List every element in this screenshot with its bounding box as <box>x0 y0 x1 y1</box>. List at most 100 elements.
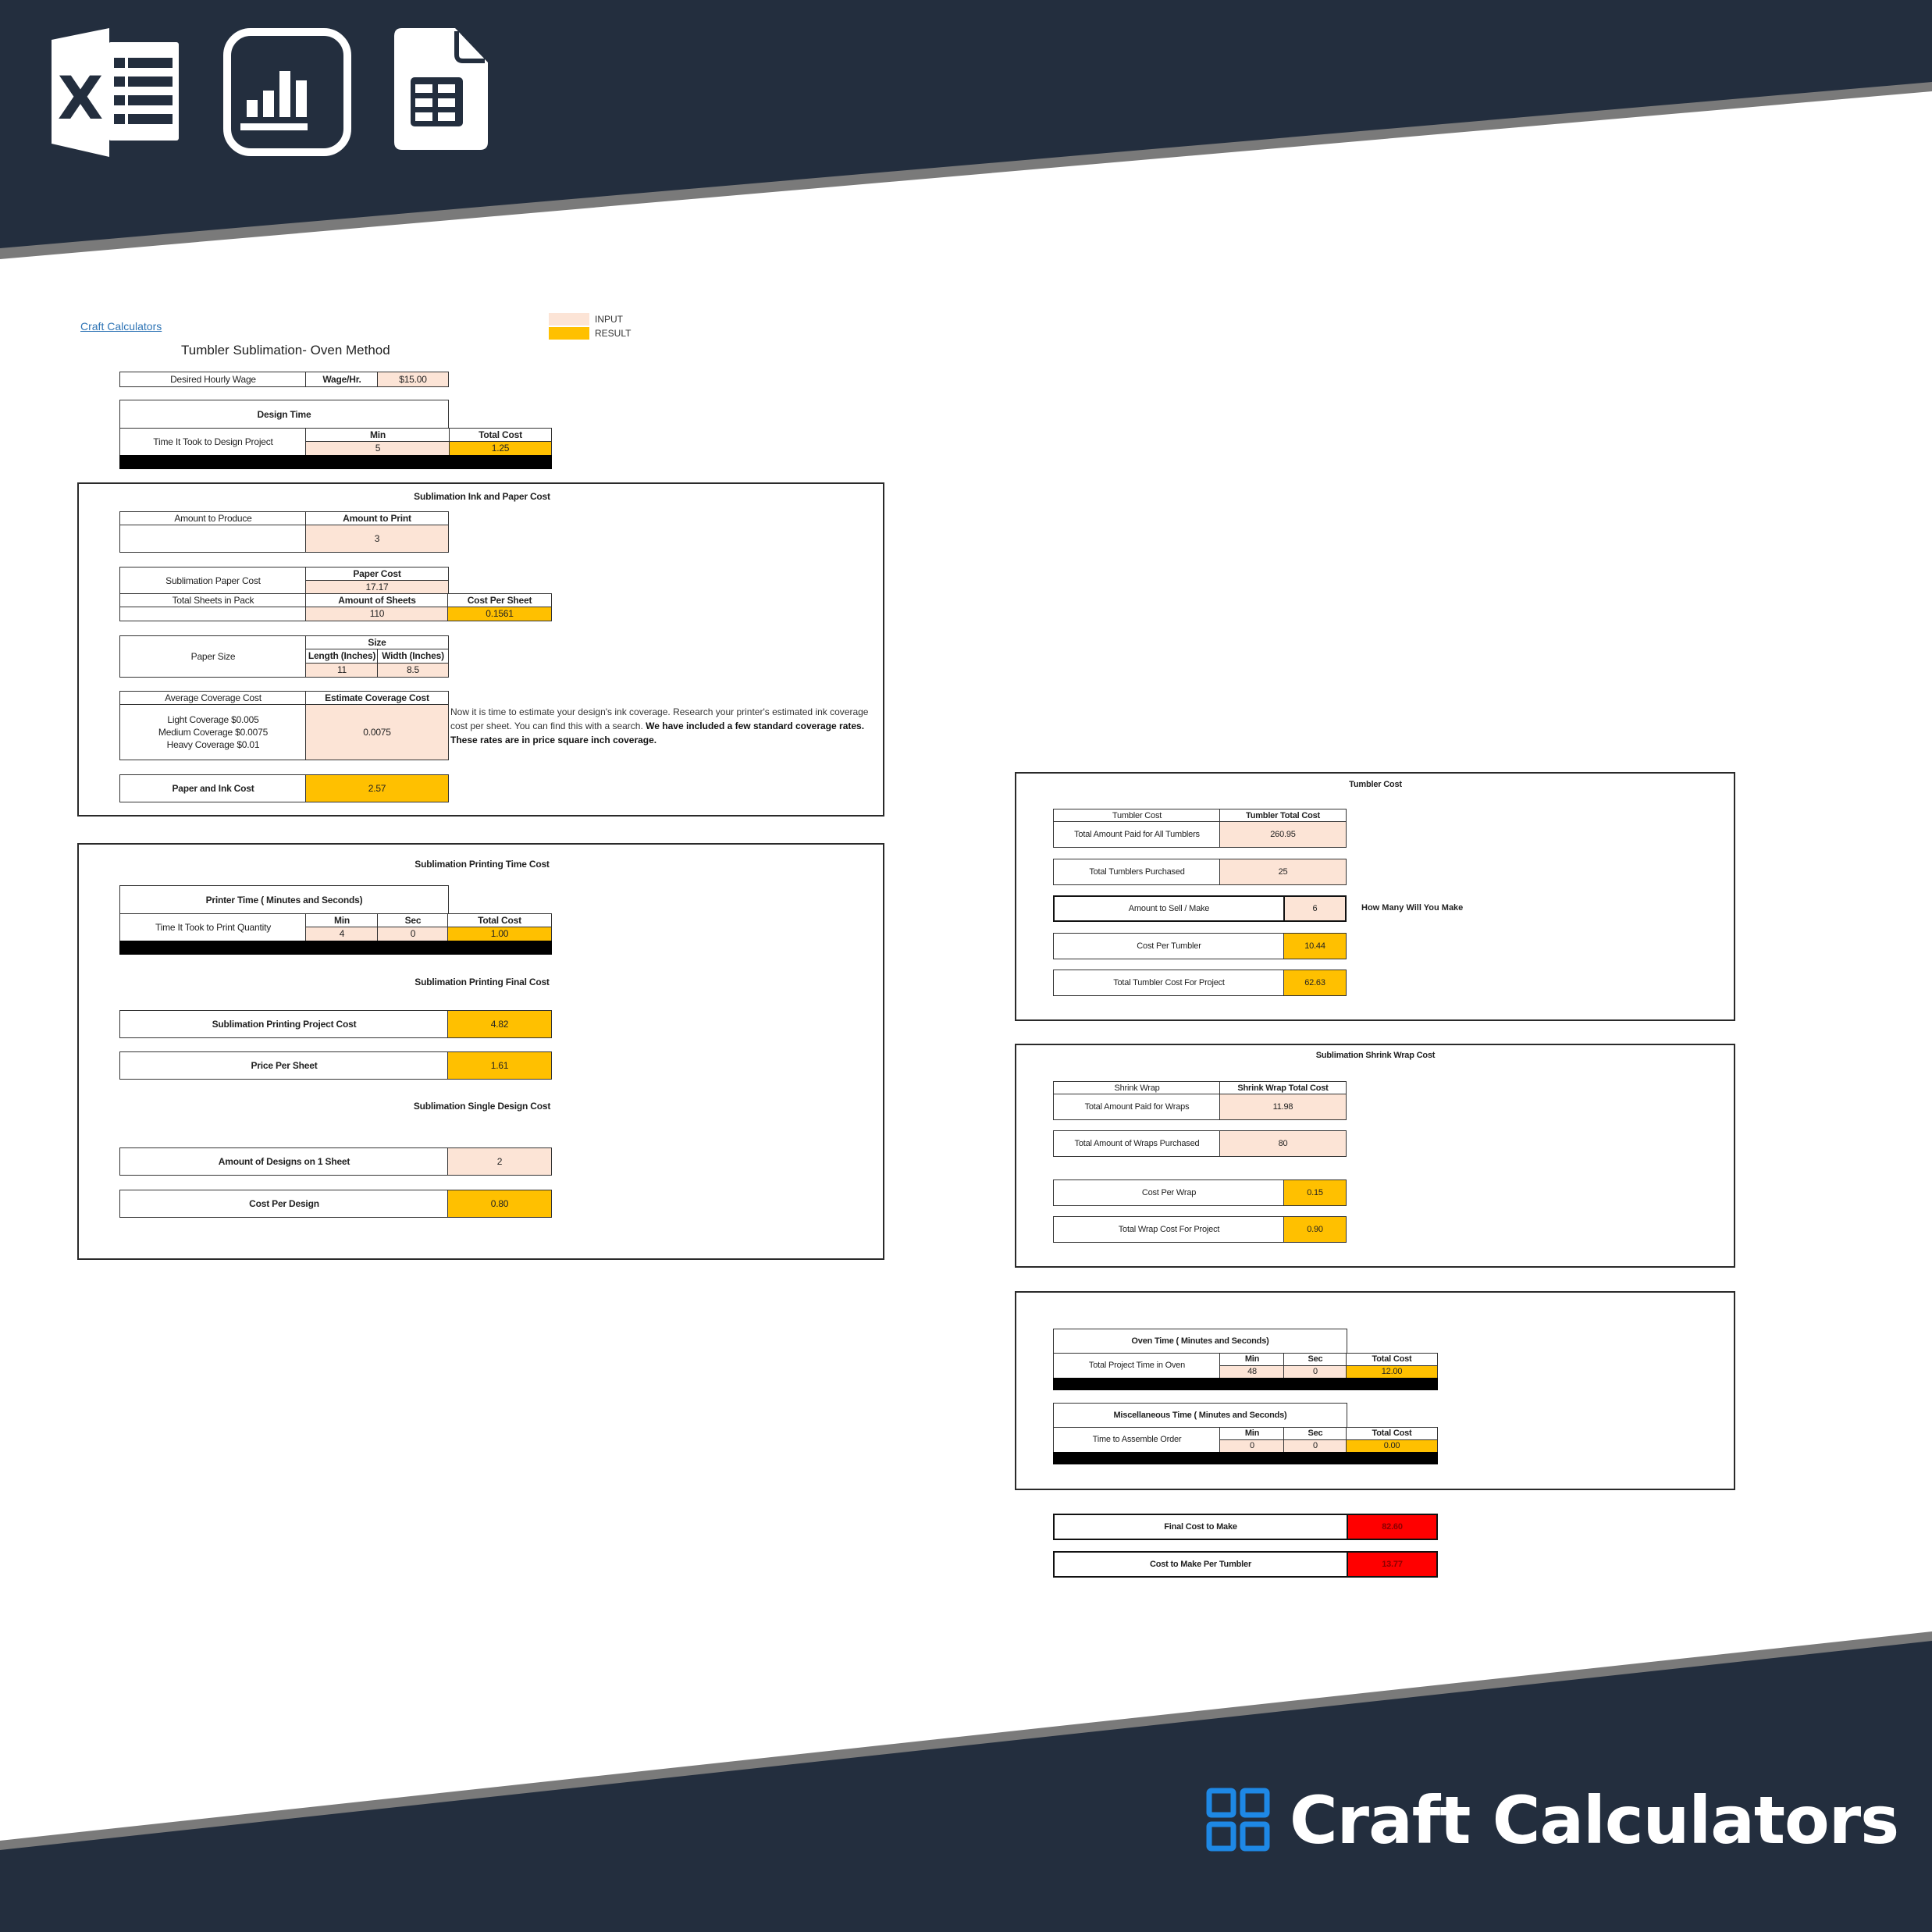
amount-to-sell-note: How Many Will You Make <box>1361 903 1464 913</box>
brand-logo-icon <box>1206 1788 1270 1852</box>
length-input[interactable]: 11 <box>305 663 379 678</box>
design-total-result: 1.25 <box>449 441 552 456</box>
tumbler-project-cost-label: Total Tumbler Cost For Project <box>1053 970 1285 996</box>
oven-sec-header: Sec <box>1283 1353 1347 1366</box>
misc-total-result: 0.00 <box>1346 1439 1438 1453</box>
design-time-header: Design Time <box>119 400 449 429</box>
printing-project-cost-label: Sublimation Printing Project Cost <box>119 1010 449 1038</box>
amount-sheets-input[interactable]: 110 <box>305 607 449 621</box>
wraps-paid-label: Total Amount Paid for Wraps <box>1053 1094 1221 1120</box>
final-cost-label: Final Cost to Make <box>1053 1514 1348 1540</box>
oven-min-input[interactable]: 48 <box>1219 1365 1285 1379</box>
print-total-result: 1.00 <box>447 927 552 941</box>
oven-min-header: Min <box>1219 1353 1285 1366</box>
design-min-input[interactable]: 5 <box>305 441 450 456</box>
paper-size-label: Paper Size <box>119 635 307 678</box>
legend-result-swatch <box>549 327 589 340</box>
coverage-options-list: Light Coverage $0.005 Medium Coverage $0… <box>119 704 307 760</box>
misc-row-label: Time to Assemble Order <box>1053 1427 1221 1453</box>
misc-sec-header: Sec <box>1283 1427 1347 1440</box>
wraps-purchased-label: Total Amount of Wraps Purchased <box>1053 1130 1221 1157</box>
single-design-title: Sublimation Single Design Cost <box>413 1101 551 1112</box>
tumblers-purchased-label: Total Tumblers Purchased <box>1053 859 1221 885</box>
sheet-title: Tumbler Sublimation- Oven Method <box>181 343 390 358</box>
tumblers-purchased-input[interactable]: 25 <box>1219 859 1347 885</box>
legend-input-swatch <box>549 313 589 326</box>
craft-calculators-link[interactable]: Craft Calculators <box>80 320 162 333</box>
oven-total-result: 12.00 <box>1346 1365 1438 1379</box>
amount-to-produce-blank <box>119 525 307 553</box>
cost-per-tumbler-final-result: 13.77 <box>1347 1551 1438 1578</box>
cost-per-wrap-label: Cost Per Wrap <box>1053 1179 1285 1206</box>
cost-per-tumbler-label: Cost Per Tumbler <box>1053 933 1285 959</box>
tumbler-title: Tumbler Cost <box>1349 780 1402 789</box>
amount-to-sell-label: Amount to Sell / Make <box>1053 895 1285 922</box>
amount-to-print-input[interactable]: 3 <box>305 525 449 553</box>
oven-time-header: Oven Time ( Minutes and Seconds) <box>1053 1329 1347 1354</box>
wrap-project-cost-label: Total Wrap Cost For Project <box>1053 1216 1285 1243</box>
wrap-project-cost-result: 0.90 <box>1283 1216 1347 1243</box>
paper-ink-cost-label: Paper and Ink Cost <box>119 774 307 802</box>
print-divider-bar <box>119 941 552 955</box>
printer-time-header: Printer Time ( Minutes and Seconds) <box>119 885 449 915</box>
misc-min-header: Min <box>1219 1427 1285 1440</box>
cost-per-design-result: 0.80 <box>447 1190 552 1218</box>
coverage-option-heavy: Heavy Coverage $0.01 <box>166 739 260 751</box>
print-time-row-label: Time It Took to Print Quantity <box>119 913 307 941</box>
cost-per-sheet-result: 0.1561 <box>447 607 552 621</box>
wage-unit-label: Wage/Hr. <box>305 372 379 387</box>
legend-result-label: RESULT <box>595 328 632 339</box>
wage-label: Desired Hourly Wage <box>119 372 307 387</box>
misc-sec-input[interactable]: 0 <box>1283 1439 1347 1453</box>
misc-min-input[interactable]: 0 <box>1219 1439 1285 1453</box>
amount-to-sell-input[interactable]: 6 <box>1283 895 1347 922</box>
legend-input-label: INPUT <box>595 314 623 325</box>
cost-per-design-label: Cost Per Design <box>119 1190 449 1218</box>
shrink-wrap-title: Sublimation Shrink Wrap Cost <box>1315 1051 1436 1060</box>
spreadsheet-file-icon <box>394 28 488 150</box>
brand-name: Craft Calculators <box>1290 1782 1899 1859</box>
svg-text:X: X <box>58 63 104 133</box>
print-sec-input[interactable]: 0 <box>377 927 449 941</box>
print-min-input[interactable]: 4 <box>305 927 379 941</box>
misc-time-header: Miscellaneous Time ( Minutes and Seconds… <box>1053 1403 1347 1429</box>
printing-final-title: Sublimation Printing Final Cost <box>415 977 550 987</box>
tumbler-paid-label: Total Amount Paid for All Tumblers <box>1053 821 1221 848</box>
oven-divider-bar <box>1053 1378 1438 1390</box>
bar-chart-icon <box>223 28 351 156</box>
total-sheets-blank <box>119 607 307 621</box>
misc-total-header: Total Cost <box>1346 1427 1438 1440</box>
wraps-purchased-input[interactable]: 80 <box>1219 1130 1347 1157</box>
estimate-coverage-input[interactable]: 0.0075 <box>305 704 449 760</box>
tumbler-project-cost-result: 62.63 <box>1283 970 1347 996</box>
price-per-sheet-label: Price Per Sheet <box>119 1051 449 1080</box>
cost-per-tumbler-final-label: Cost to Make Per Tumbler <box>1053 1551 1348 1578</box>
wraps-paid-input[interactable]: 11.98 <box>1219 1094 1347 1120</box>
oven-total-header: Total Cost <box>1346 1353 1438 1366</box>
excel-icon: X <box>52 28 179 157</box>
printing-time-title: Sublimation Printing Time Cost <box>415 859 550 870</box>
wage-input[interactable]: $15.00 <box>377 372 449 387</box>
design-divider-bar <box>119 455 552 469</box>
width-header: Width (Inches) <box>377 649 449 664</box>
oven-sec-input[interactable]: 0 <box>1283 1365 1347 1379</box>
ink-paper-title: Sublimation Ink and Paper Cost <box>414 491 550 502</box>
coverage-option-medium: Medium Coverage $0.0075 <box>158 726 269 738</box>
width-input[interactable]: 8.5 <box>377 663 449 678</box>
coverage-option-light: Light Coverage $0.005 <box>167 713 259 725</box>
designs-per-sheet-input[interactable]: 2 <box>447 1147 552 1176</box>
length-header: Length (Inches) <box>305 649 379 664</box>
price-per-sheet-result: 1.61 <box>447 1051 552 1080</box>
oven-row-label: Total Project Time in Oven <box>1053 1353 1221 1379</box>
misc-divider-bar <box>1053 1452 1438 1464</box>
paper-ink-cost-result: 2.57 <box>305 774 449 802</box>
tumbler-paid-input[interactable]: 260.95 <box>1219 821 1347 848</box>
design-time-row-label: Time It Took to Design Project <box>119 428 307 456</box>
printing-project-cost-result: 4.82 <box>447 1010 552 1038</box>
designs-per-sheet-label: Amount of Designs on 1 Sheet <box>119 1147 449 1176</box>
coverage-note: Now it is time to estimate your design's… <box>450 705 880 747</box>
final-cost-result: 82.60 <box>1347 1514 1438 1540</box>
cost-per-tumbler-result: 10.44 <box>1283 933 1347 959</box>
paper-cost-label: Sublimation Paper Cost <box>119 567 307 595</box>
cost-per-wrap-result: 0.15 <box>1283 1179 1347 1206</box>
